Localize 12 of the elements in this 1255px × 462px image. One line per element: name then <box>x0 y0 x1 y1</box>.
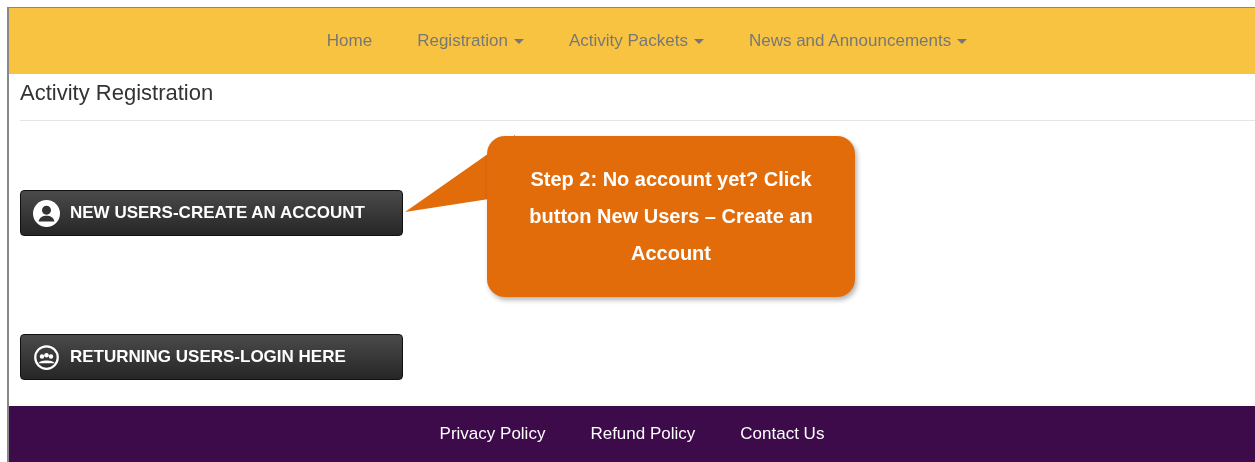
footer-link[interactable]: Refund Policy <box>590 424 696 444</box>
user-icon <box>33 199 60 227</box>
group-icon <box>33 343 60 371</box>
footer-link[interactable]: Privacy Policy <box>439 424 546 444</box>
account-button[interactable]: RETURNING USERS-LOGIN HERE <box>20 334 403 380</box>
caret-icon <box>957 38 968 44</box>
caret-icon <box>693 38 704 44</box>
callout: Step 2: No account yet? Click button New Users – Create an Account <box>487 136 855 297</box>
footer-link[interactable]: Contact Us <box>740 424 825 444</box>
page-title: Activity Registration <box>20 80 215 106</box>
caret-icon <box>513 38 524 44</box>
account-button[interactable]: NEW USERS-CREATE AN ACCOUNT <box>20 190 403 236</box>
